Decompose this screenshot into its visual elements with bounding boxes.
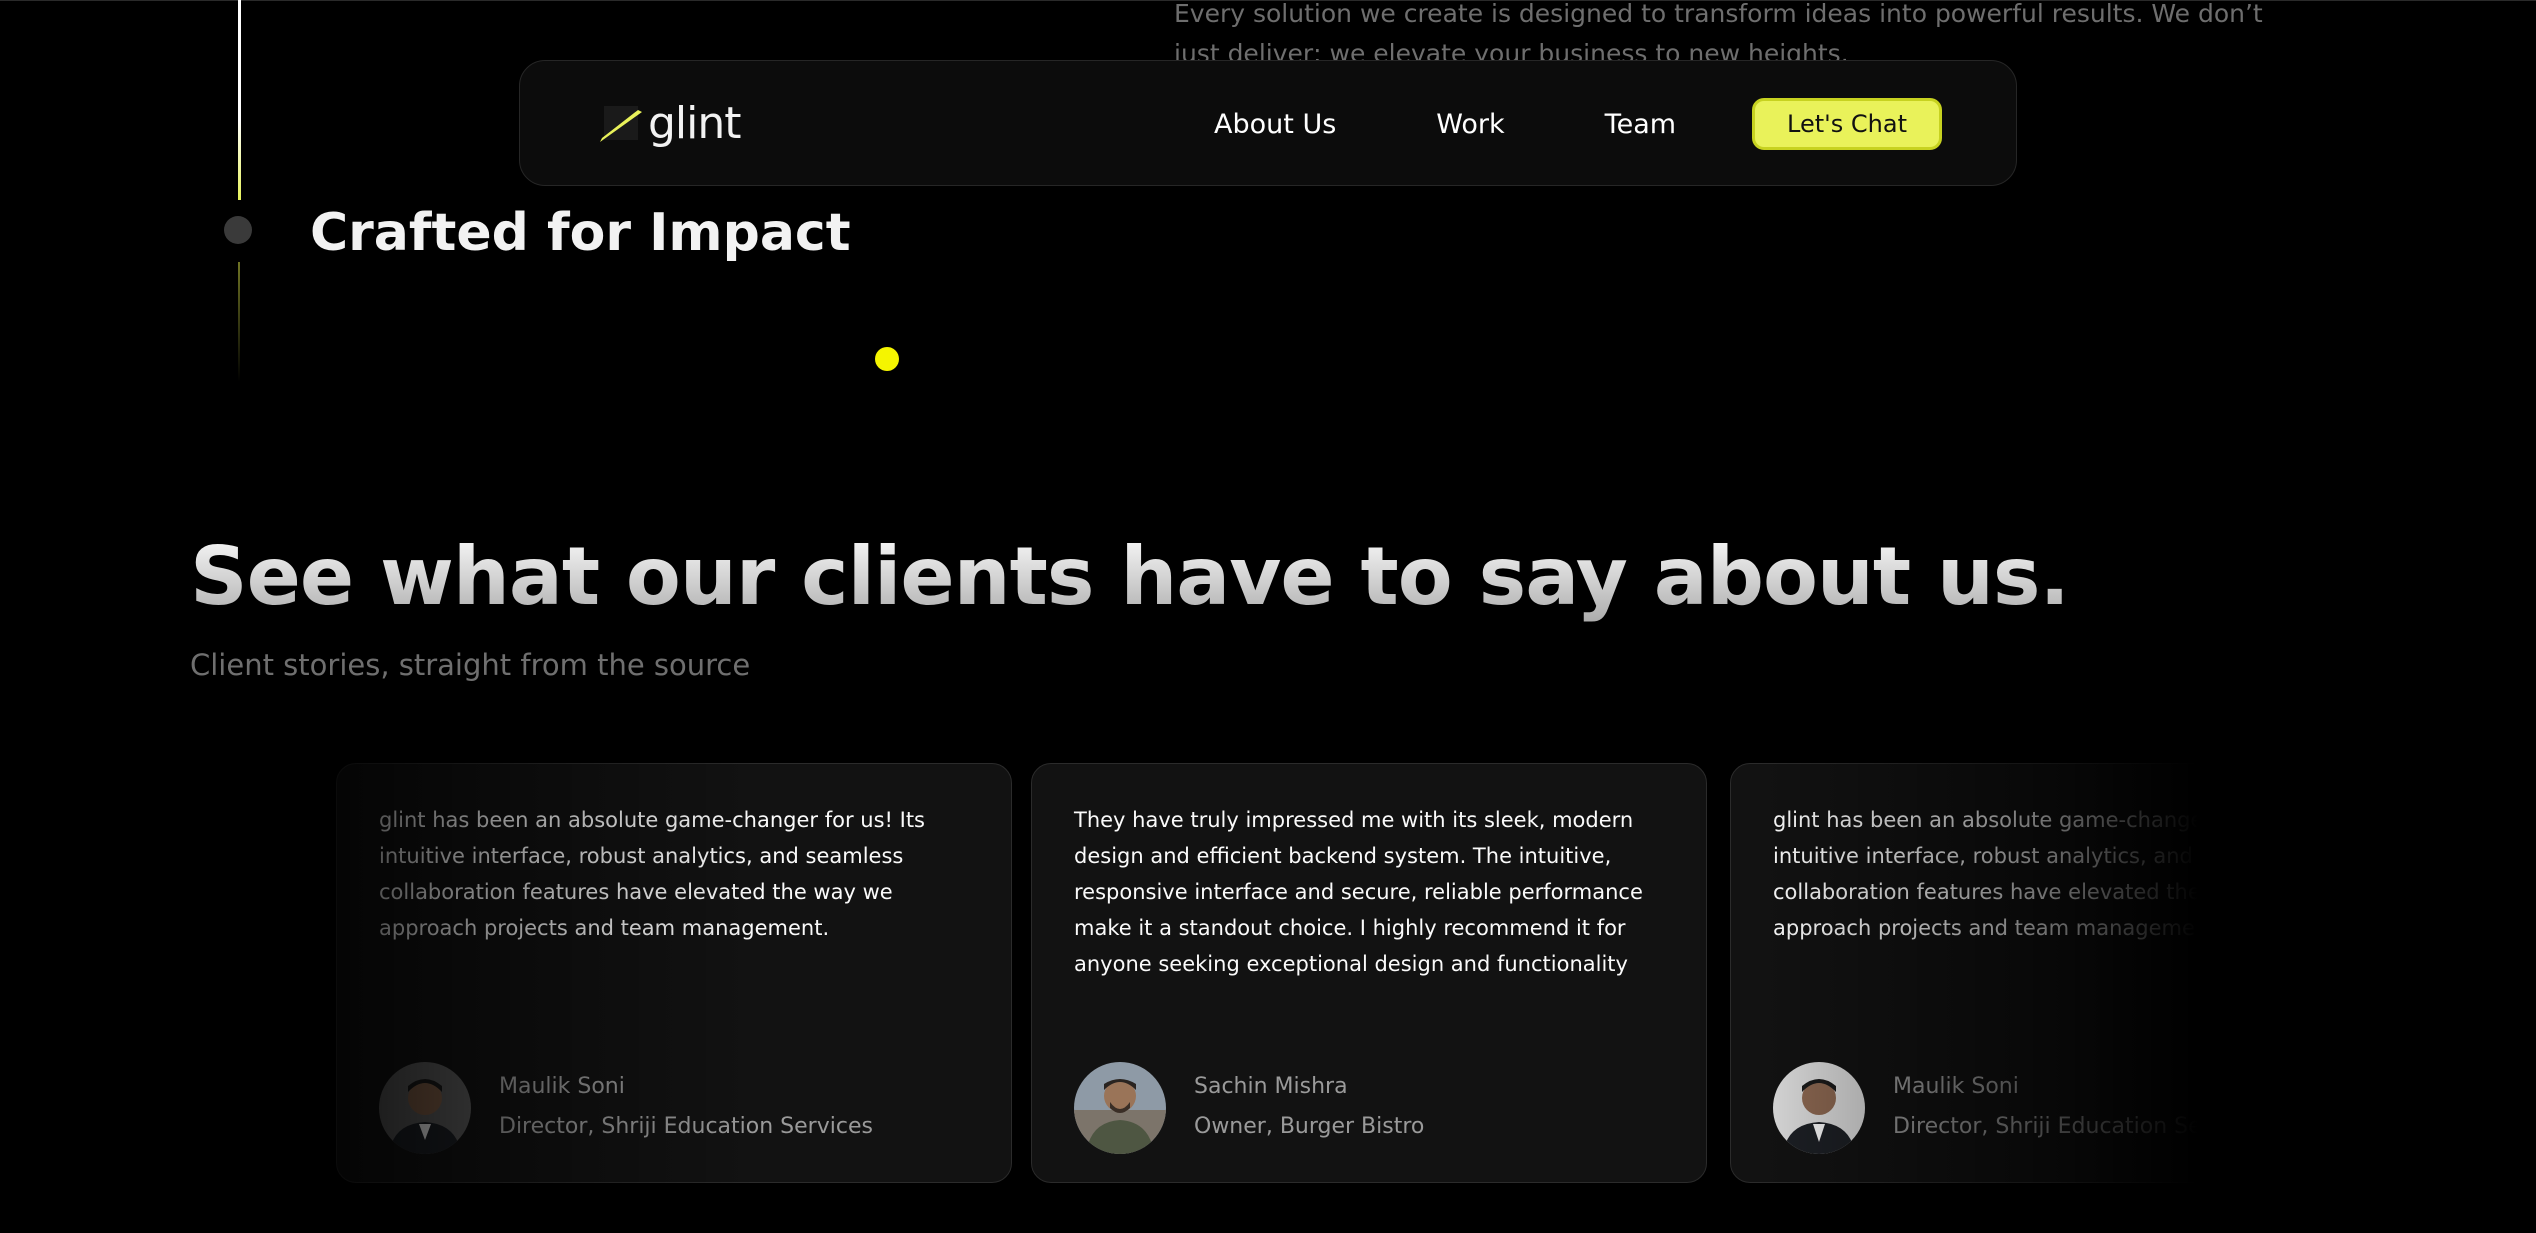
timeline-step-title: Crafted for Impact — [310, 203, 851, 263]
logo[interactable]: glint — [600, 97, 742, 149]
author-name: Maulik Soni — [499, 1074, 625, 1099]
author-role: Director, Shriji Education Services — [1893, 1114, 2236, 1139]
timeline-line-fade — [238, 262, 240, 382]
nav-link-work[interactable]: Work — [1436, 109, 1504, 140]
testimonial-quote: They have truly impressed me with its sl… — [1074, 808, 1643, 976]
avatar — [379, 1062, 471, 1154]
lets-chat-button[interactable]: Let's Chat — [1752, 98, 1942, 150]
testimonials-carousel[interactable]: glint has been an absolute game-changer … — [336, 763, 2236, 1183]
author-role: Director, Shriji Education Services — [499, 1114, 873, 1139]
testimonial-card: glint has been an absolute game-changer … — [336, 763, 1012, 1183]
testimonial-card: glint has been an absolute game-changer … — [1730, 763, 2236, 1183]
timeline-line — [238, 0, 241, 200]
logo-text: glint — [648, 97, 742, 149]
testimonial-card: They have truly impressed me with its sl… — [1031, 763, 1707, 1183]
testimonial-quote: glint has been an absolute game-changer … — [1773, 808, 2236, 940]
testimonials-title: See what our clients have to say about u… — [190, 527, 2070, 627]
navbar: glint About Us Work Team Let's Chat — [519, 60, 2017, 186]
testimonials-subtitle: Client stories, straight from the source — [190, 648, 751, 682]
nav-link-team[interactable]: Team — [1605, 109, 1676, 140]
cursor-indicator — [875, 347, 899, 371]
nav-link-about-us[interactable]: About Us — [1214, 109, 1336, 140]
testimonial-quote: glint has been an absolute game-changer … — [379, 808, 925, 940]
author-name: Sachin Mishra — [1194, 1074, 1348, 1099]
logo-spark-icon — [600, 102, 642, 144]
avatar — [1773, 1062, 1865, 1154]
nav-links: About Us Work Team Let's Chat — [1214, 97, 1942, 151]
author-role: Owner, Burger Bistro — [1194, 1114, 1425, 1139]
avatar — [1074, 1062, 1166, 1154]
author-name: Maulik Soni — [1893, 1074, 2019, 1099]
timeline-dot — [224, 216, 252, 244]
